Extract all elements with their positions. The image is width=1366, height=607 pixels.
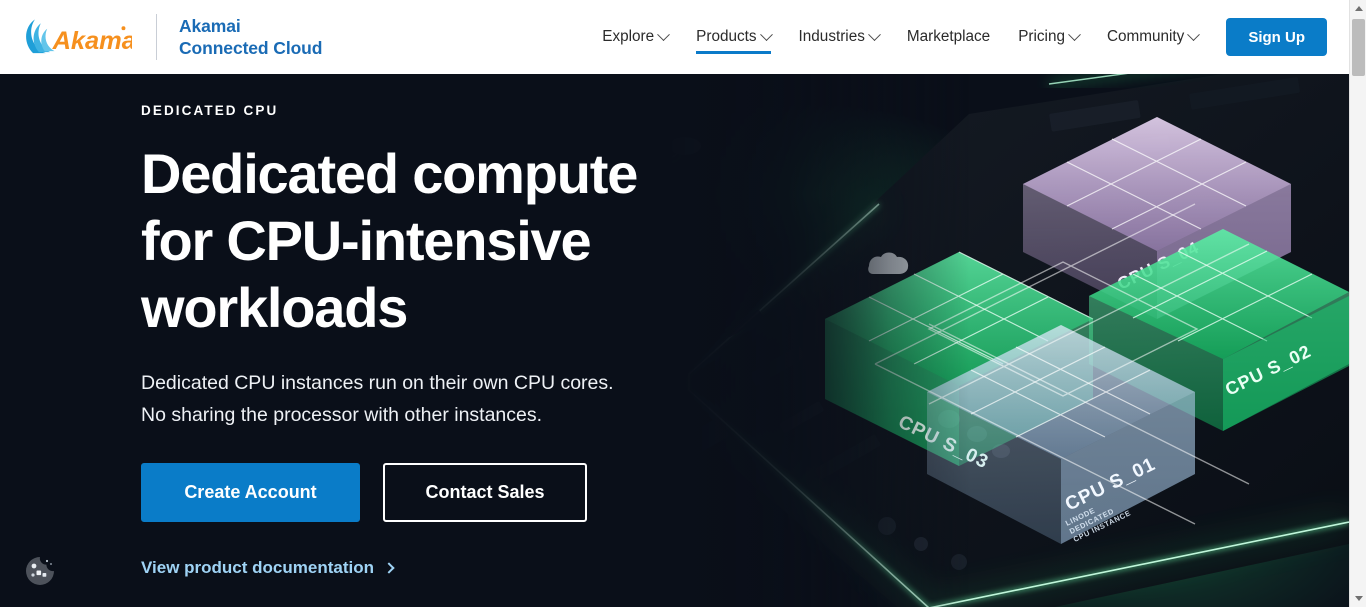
chevron-right-icon — [383, 562, 395, 574]
chevron-down-icon — [1187, 27, 1201, 41]
nav-item-community[interactable]: Community — [1093, 0, 1212, 74]
nav-label: Explore — [602, 28, 655, 45]
nav-item-industries[interactable]: Industries — [785, 0, 893, 74]
site-header: Akamai Akamai Connected Cloud Explore Pr… — [0, 0, 1349, 74]
hero-content: Dedicated CPU Dedicated compute for CPU-… — [0, 74, 700, 607]
nav-item-marketplace[interactable]: Marketplace — [893, 0, 1004, 74]
hero-section: CPU S_03 CPU S_04 — [0, 74, 1349, 607]
scroll-up-button[interactable] — [1350, 0, 1366, 17]
page-root: Akamai Akamai Connected Cloud Explore Pr… — [0, 0, 1366, 607]
view-product-documentation-link[interactable]: View product documentation — [141, 558, 395, 578]
chevron-down-icon — [868, 27, 881, 41]
vertical-scrollbar[interactable] — [1349, 0, 1366, 607]
chevron-down-icon — [1068, 27, 1081, 41]
brand-name: Akamai Connected Cloud — [179, 16, 323, 58]
scrollbar-thumb[interactable] — [1352, 19, 1365, 76]
doc-link-label: View product documentation — [141, 558, 374, 577]
hero-subtitle: Dedicated CPU instances run on their own… — [141, 372, 614, 426]
svg-text:Akamai: Akamai — [52, 27, 132, 55]
chevron-down-icon — [657, 27, 671, 41]
triangle-down-icon — [1354, 596, 1363, 601]
scroll-down-button[interactable] — [1350, 590, 1366, 607]
hero-illustration: CPU S_03 CPU S_04 — [629, 74, 1349, 607]
page-title: Dedicated compute for CPU-intensive work… — [141, 142, 638, 339]
nav-label: Marketplace — [906, 28, 991, 45]
cookie-icon — [26, 557, 54, 585]
hero-actions: Create Account Contact Sales — [141, 463, 700, 522]
logo-block[interactable]: Akamai Akamai Connected Cloud — [0, 0, 322, 74]
triangle-up-icon — [1354, 6, 1363, 11]
main-nav: Explore Products Industries Marketplace … — [588, 0, 1349, 74]
hero-eyebrow: Dedicated CPU — [141, 103, 279, 118]
contact-sales-button[interactable]: Contact Sales — [383, 463, 587, 522]
cookie-preferences-button[interactable] — [21, 552, 59, 590]
circuit-board-illustration: CPU S_03 CPU S_04 — [629, 74, 1349, 607]
nav-label: Pricing — [1018, 28, 1065, 45]
nav-item-explore[interactable]: Explore — [588, 0, 682, 74]
nav-item-products[interactable]: Products — [682, 0, 784, 74]
chevron-down-icon — [759, 27, 773, 41]
sign-up-button[interactable]: Sign Up — [1226, 18, 1327, 56]
nav-label: Industries — [798, 28, 865, 45]
create-account-button[interactable]: Create Account — [141, 463, 360, 522]
nav-label: Products — [696, 28, 757, 45]
nav-item-pricing[interactable]: Pricing — [1004, 0, 1093, 74]
nav-label: Community — [1106, 28, 1185, 45]
akamai-logo: Akamai — [26, 19, 132, 55]
logo-divider — [156, 14, 157, 60]
